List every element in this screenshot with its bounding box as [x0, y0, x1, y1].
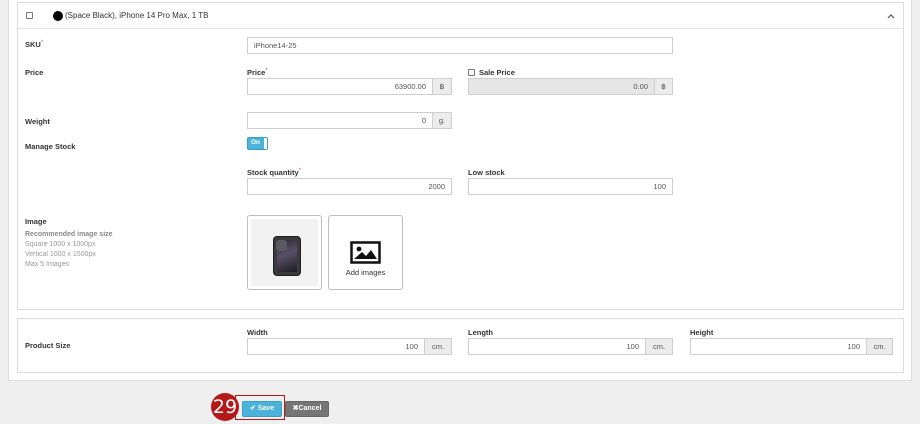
- weight-label: Weight: [25, 117, 50, 126]
- image-size-hint: Recommended image size Square 1000 x 100…: [25, 231, 113, 268]
- step-number-badge: 29: [211, 393, 239, 421]
- product-size-label: Product Size: [25, 341, 71, 350]
- variant-checkbox[interactable]: [26, 12, 33, 19]
- product-image-thumbnail[interactable]: [247, 215, 322, 290]
- width-unit-addon: cm.: [425, 338, 452, 355]
- sku-input[interactable]: iPhone14-25: [247, 37, 673, 54]
- length-unit-addon: cm.: [646, 338, 673, 355]
- length-label: Length: [468, 328, 493, 337]
- price-currency-addon: ฿: [433, 78, 452, 95]
- height-unit-addon: cm.: [867, 338, 893, 355]
- low-stock-label: Low stock: [468, 168, 505, 177]
- price-input[interactable]: 63900.00: [247, 78, 433, 95]
- sale-price-currency-addon: ฿: [655, 78, 673, 95]
- toggle-knob: [264, 138, 267, 149]
- iphone-image-icon: [273, 236, 301, 276]
- sale-price-checkbox[interactable]: [468, 69, 475, 76]
- width-input[interactable]: 100: [247, 338, 425, 355]
- manage-stock-label: Manage Stock: [25, 142, 76, 151]
- variant-header[interactable]: (Space Black), iPhone 14 Pro Max, 1 TB: [18, 3, 903, 29]
- image-label: Image: [25, 217, 47, 226]
- manage-stock-toggle[interactable]: On: [247, 137, 268, 150]
- image-icon: [350, 241, 381, 264]
- weight-unit-addon: g.: [433, 112, 452, 129]
- price-section-label: Price: [25, 68, 44, 77]
- sku-label: SKU*: [25, 40, 44, 49]
- annotation-highlight-box: [235, 395, 285, 420]
- variant-title: (Space Black), iPhone 14 Pro Max, 1 TB: [65, 11, 209, 20]
- toggle-label: On: [251, 139, 261, 146]
- length-input[interactable]: 100: [468, 338, 646, 355]
- chevron-up-icon[interactable]: [886, 11, 896, 21]
- stock-quantity-label: Stock quantity*: [247, 168, 302, 177]
- sale-price-input[interactable]: 0.00: [468, 78, 655, 95]
- weight-input[interactable]: 0: [247, 112, 433, 129]
- color-swatch-icon: [53, 11, 63, 21]
- cancel-button[interactable]: ✖Cancel: [285, 401, 329, 417]
- add-images-button[interactable]: Add images: [328, 215, 403, 290]
- price-label: Price*: [247, 68, 268, 77]
- image-frame: [251, 219, 318, 286]
- height-input[interactable]: 100: [690, 338, 867, 355]
- sale-price-label: Sale Price: [479, 68, 515, 77]
- width-label: Width: [247, 328, 268, 337]
- add-images-label: Add images: [345, 268, 386, 277]
- height-label: Height: [690, 328, 714, 337]
- low-stock-input[interactable]: 100: [468, 178, 673, 195]
- stock-quantity-input[interactable]: 2000: [247, 178, 452, 195]
